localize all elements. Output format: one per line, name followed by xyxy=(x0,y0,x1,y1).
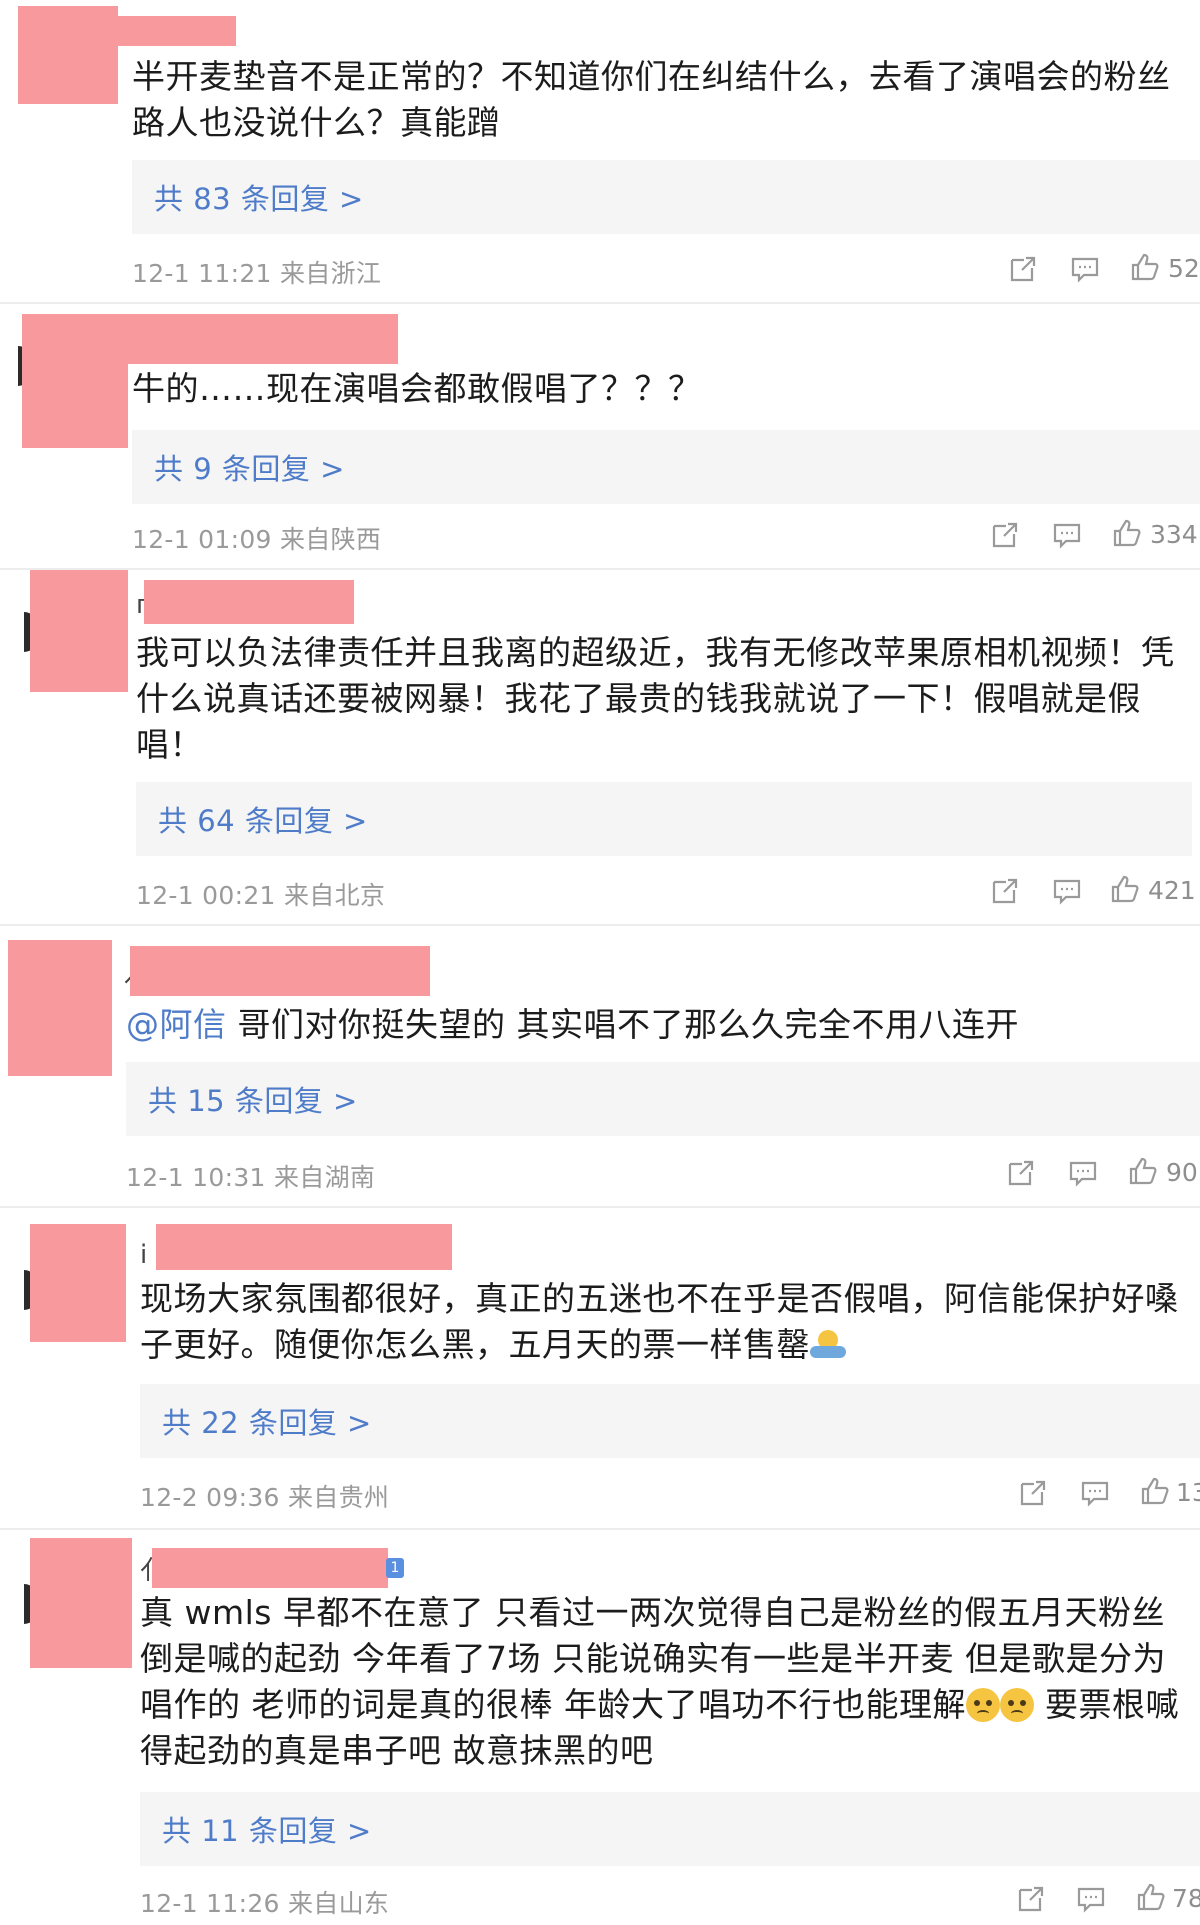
comment-meta: 12-1 11:21 来自浙江 xyxy=(132,259,382,288)
like-icon[interactable] xyxy=(1130,252,1160,282)
avatar-redacted[interactable] xyxy=(30,1224,126,1342)
view-replies-button[interactable]: 共 83 条回复 > xyxy=(132,160,1200,234)
like-icon[interactable] xyxy=(1110,874,1140,904)
avatar-redacted[interactable] xyxy=(18,6,118,104)
comment-item: i 现场大家氛围都很好，真正的五迷也不在乎是否假唱，阿信能保护好嗓子更好。随便你… xyxy=(0,1224,1200,1530)
view-replies-button[interactable]: 共 64 条回复 > xyxy=(136,782,1192,856)
comment-text: 半开麦垫音不是正常的？不知道你们在纠结什么，去看了演唱会的粉丝路人也没说什么？真… xyxy=(132,57,1171,142)
view-replies-button[interactable]: 共 15 条回复 > xyxy=(126,1062,1200,1136)
shrug-emoji-icon xyxy=(810,1326,846,1362)
avatar-redacted[interactable] xyxy=(8,940,112,1076)
share-icon[interactable] xyxy=(990,520,1020,550)
crying-emoji-icon xyxy=(999,1688,1034,1722)
username-redacted[interactable] xyxy=(118,16,236,46)
username-redacted[interactable] xyxy=(144,580,354,624)
comment-item: 亻 1 真 wmls 早都不在意了 只看过一两次觉得自己是粉丝的假五月天粉丝倒是… xyxy=(0,1538,1200,1925)
like-icon[interactable] xyxy=(1140,1476,1170,1506)
comment-body: 哥们对你挺失望的 其实唱不了那么久完全不用八连开 xyxy=(226,1005,1019,1044)
comment-text: 真 wmls 早都不在意了 只看过一两次觉得自己是粉丝的假五月天粉丝倒是喊的起劲… xyxy=(140,1590,1190,1774)
share-icon[interactable] xyxy=(1018,1478,1048,1508)
username-redacted[interactable] xyxy=(128,314,398,364)
mention-link[interactable]: @阿信 xyxy=(126,1005,227,1044)
comment-icon[interactable] xyxy=(1068,1158,1098,1188)
comment-meta: 12-1 10:31 来自湖南 xyxy=(126,1163,376,1192)
comment-icon[interactable] xyxy=(1052,520,1082,550)
like-count: 334 xyxy=(1150,520,1198,549)
username-redacted[interactable] xyxy=(156,1224,452,1270)
username-redacted[interactable] xyxy=(152,1548,388,1588)
share-icon[interactable] xyxy=(1006,1158,1036,1188)
comment-text: 我可以负法律责任并且我离的超级近，我有无修改苹果原相机视频！凭什么说真话还要被网… xyxy=(136,633,1175,764)
view-replies-button[interactable]: 共 22 条回复 > xyxy=(140,1384,1200,1458)
username-redacted[interactable] xyxy=(130,946,430,996)
like-count: 13 xyxy=(1176,1478,1200,1507)
comment-item: 牛的……现在演唱会都敢假唱了？？？ 共 9 条回复 > 12-1 01:09 来… xyxy=(0,304,1200,570)
share-icon[interactable] xyxy=(1016,1884,1046,1914)
comment-meta: 12-1 01:09 来自陕西 xyxy=(132,525,382,554)
comment-icon[interactable] xyxy=(1052,876,1082,906)
comment-body: 现场大家氛围都很好，真正的五迷也不在乎是否假唱，阿信能保护好嗓子更好。随便你怎么… xyxy=(140,1279,1179,1364)
like-icon[interactable] xyxy=(1128,1156,1158,1186)
avatar-redacted[interactable] xyxy=(30,1538,132,1668)
comment-meta: 12-2 09:36 来自贵州 xyxy=(140,1483,390,1512)
vip-badge: 1 xyxy=(386,1558,404,1578)
like-count: 52 xyxy=(1168,254,1200,283)
comment-meta: 12-1 00:21 来自北京 xyxy=(136,881,386,910)
like-count: 90 xyxy=(1166,1158,1198,1187)
comment-item: п 我可以负法律责任并且我离的超级近，我有无修改苹果原相机视频！凭什么说真话还要… xyxy=(0,570,1200,926)
share-icon[interactable] xyxy=(990,876,1020,906)
comment-text: @阿信 哥们对你挺失望的 其实唱不了那么久完全不用八连开 xyxy=(126,1002,1186,1048)
like-icon[interactable] xyxy=(1112,518,1142,548)
comment-meta: 12-1 11:26 来自山东 xyxy=(140,1889,390,1918)
avatar-redacted[interactable] xyxy=(30,570,128,692)
comment-icon[interactable] xyxy=(1070,254,1100,284)
like-count: 78 xyxy=(1172,1884,1200,1913)
comment-item: 半开麦垫音不是正常的？不知道你们在纠结什么，去看了演唱会的粉丝路人也没说什么？真… xyxy=(0,0,1200,304)
crying-emoji-icon xyxy=(965,1688,1000,1722)
comment-text: 现场大家氛围都很好，真正的五迷也不在乎是否假唱，阿信能保护好嗓子更好。随便你怎么… xyxy=(140,1276,1186,1368)
view-replies-button[interactable]: 共 11 条回复 > xyxy=(140,1792,1200,1866)
comment-text: 牛的……现在演唱会都敢假唱了？？？ xyxy=(132,369,702,408)
username-peek: i xyxy=(140,1240,148,1270)
comment-icon[interactable] xyxy=(1080,1478,1110,1508)
comment-item: 亻 @阿信 哥们对你挺失望的 其实唱不了那么久完全不用八连开 共 15 条回复 … xyxy=(0,940,1200,1208)
comment-icon[interactable] xyxy=(1076,1884,1106,1914)
avatar-redacted[interactable] xyxy=(22,314,128,448)
like-icon[interactable] xyxy=(1136,1882,1166,1912)
share-icon[interactable] xyxy=(1008,254,1038,284)
like-count: 421 xyxy=(1148,876,1196,905)
view-replies-button[interactable]: 共 9 条回复 > xyxy=(132,430,1200,504)
